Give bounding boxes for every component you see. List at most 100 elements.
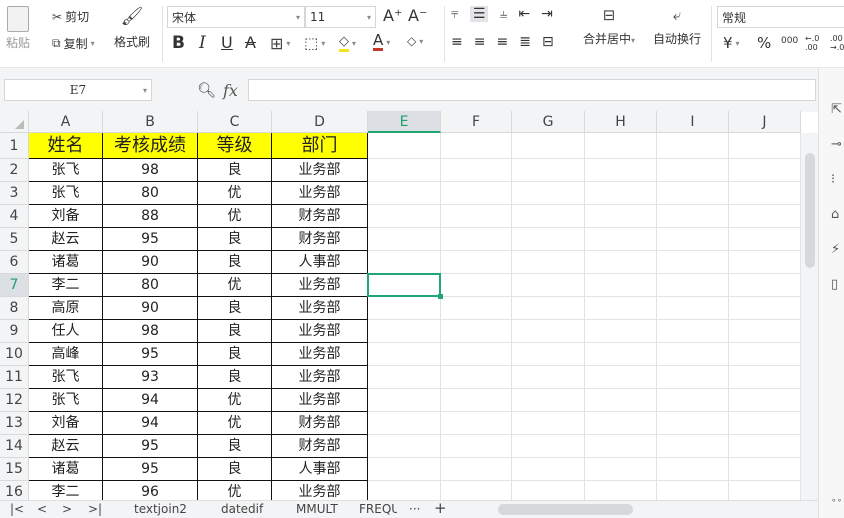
cell[interactable] — [368, 228, 441, 251]
number-format-select[interactable]: 常规 — [717, 6, 844, 28]
cell[interactable]: 95 — [103, 458, 198, 481]
chart-style-icon[interactable]: ⌂ — [831, 207, 844, 222]
cell[interactable]: 良 — [198, 343, 272, 366]
select-cursor-icon[interactable]: ⇱ — [831, 102, 844, 117]
align-bottom-icon[interactable]: ⫨ — [499, 6, 507, 22]
cut-button[interactable]: ✂ 剪切 — [52, 8, 89, 25]
indent-increase-icon[interactable]: ⇥ — [541, 6, 553, 22]
cell[interactable]: 良 — [198, 366, 272, 389]
cell[interactable] — [512, 320, 585, 343]
cell[interactable]: 优 — [198, 182, 272, 205]
column-header-b[interactable]: B — [103, 111, 198, 133]
cell[interactable]: 90 — [103, 251, 198, 274]
row-header[interactable]: 14 — [0, 435, 29, 458]
cell[interactable]: 优 — [198, 389, 272, 412]
cell[interactable] — [512, 389, 585, 412]
cell[interactable]: 张飞 — [29, 366, 103, 389]
format-painter-button[interactable]: 🖌 格式刷 — [114, 6, 150, 50]
cell[interactable] — [441, 182, 512, 205]
cell[interactable]: 财务部 — [272, 412, 368, 435]
cell[interactable]: 95 — [103, 228, 198, 251]
row-header[interactable]: 9 — [0, 320, 29, 343]
cell[interactable] — [657, 205, 729, 228]
paste-button[interactable]: 粘贴 — [6, 6, 30, 51]
cell[interactable] — [368, 458, 441, 481]
cell[interactable] — [729, 133, 801, 159]
more-sheets-button[interactable]: ··· — [409, 502, 420, 516]
cell[interactable] — [512, 133, 585, 159]
row-header[interactable]: 12 — [0, 389, 29, 412]
cell[interactable]: 刘备 — [29, 412, 103, 435]
cell[interactable]: 94 — [103, 389, 198, 412]
cell[interactable]: 良 — [198, 435, 272, 458]
cell[interactable] — [585, 343, 657, 366]
cell[interactable] — [657, 182, 729, 205]
column-header-f[interactable]: F — [441, 111, 512, 133]
cell[interactable] — [441, 159, 512, 182]
cell[interactable] — [368, 389, 441, 412]
align-center-icon[interactable]: ≡ — [474, 34, 486, 50]
row-header[interactable]: 15 — [0, 458, 29, 481]
row-header[interactable]: 7 — [0, 274, 29, 297]
column-header-j[interactable]: J — [729, 111, 801, 133]
cell[interactable]: 良 — [198, 458, 272, 481]
select-all-corner[interactable] — [0, 111, 29, 133]
cell[interactable] — [585, 228, 657, 251]
cell[interactable]: 赵云 — [29, 435, 103, 458]
cell[interactable] — [657, 274, 729, 297]
cell[interactable] — [729, 228, 801, 251]
cell[interactable] — [657, 133, 729, 159]
row-header[interactable]: 10 — [0, 343, 29, 366]
align-middle-icon[interactable]: ☰ — [469, 6, 489, 22]
next-sheet-icon[interactable]: > — [62, 502, 72, 516]
prev-sheet-icon[interactable]: < — [37, 502, 47, 516]
cell[interactable] — [441, 343, 512, 366]
cell[interactable] — [441, 228, 512, 251]
cell[interactable]: 业务部 — [272, 389, 368, 412]
vertical-scroll-thumb[interactable] — [805, 153, 815, 268]
cell[interactable] — [729, 389, 801, 412]
cell[interactable] — [729, 297, 801, 320]
cell[interactable]: 李二 — [29, 274, 103, 297]
column-header-c[interactable]: C — [198, 111, 272, 133]
cell[interactable]: 优 — [198, 412, 272, 435]
font-shrink-button[interactable]: A⁻ — [408, 6, 427, 25]
underline-button[interactable]: U — [221, 33, 233, 52]
spreadsheet-grid[interactable]: A B C D E F G H I J 1 姓名 考核成绩 等级 部门 2 张飞 98 良业务部 3 张飞 80 优业务部 4… — [0, 111, 801, 504]
cell[interactable]: 财务部 — [272, 205, 368, 228]
cell[interactable] — [441, 274, 512, 297]
cell[interactable] — [441, 297, 512, 320]
cell[interactable] — [657, 343, 729, 366]
font-color-button[interactable]: A ▾ — [373, 33, 390, 51]
column-header-g[interactable]: G — [512, 111, 585, 133]
cell[interactable] — [368, 182, 441, 205]
cell[interactable]: 98 — [103, 159, 198, 182]
vertical-scrollbar[interactable] — [801, 133, 818, 500]
cell[interactable] — [657, 297, 729, 320]
cell[interactable] — [512, 366, 585, 389]
cell[interactable]: 80 — [103, 274, 198, 297]
cell[interactable]: 业务部 — [272, 159, 368, 182]
cell[interactable]: 88 — [103, 205, 198, 228]
cell[interactable] — [441, 320, 512, 343]
cell[interactable]: 财务部 — [272, 228, 368, 251]
percent-button[interactable]: % — [757, 34, 771, 52]
table-header-cell[interactable]: 考核成绩 — [103, 133, 198, 159]
cell[interactable] — [368, 133, 441, 159]
cell[interactable] — [585, 412, 657, 435]
cell[interactable]: 良 — [198, 297, 272, 320]
italic-button[interactable]: I — [199, 33, 206, 53]
cell[interactable]: 张飞 — [29, 159, 103, 182]
last-sheet-icon[interactable]: >| — [88, 502, 102, 516]
copy-button[interactable]: ⧉ 复制 ▾ — [52, 35, 95, 52]
cell[interactable] — [585, 435, 657, 458]
cell[interactable] — [729, 205, 801, 228]
cell[interactable] — [441, 205, 512, 228]
cell[interactable]: 财务部 — [272, 435, 368, 458]
row-header[interactable]: 6 — [0, 251, 29, 274]
horizontal-scrollbar[interactable] — [476, 503, 786, 516]
cell[interactable] — [585, 251, 657, 274]
cell[interactable] — [585, 133, 657, 159]
cell[interactable] — [585, 366, 657, 389]
cell[interactable] — [441, 412, 512, 435]
